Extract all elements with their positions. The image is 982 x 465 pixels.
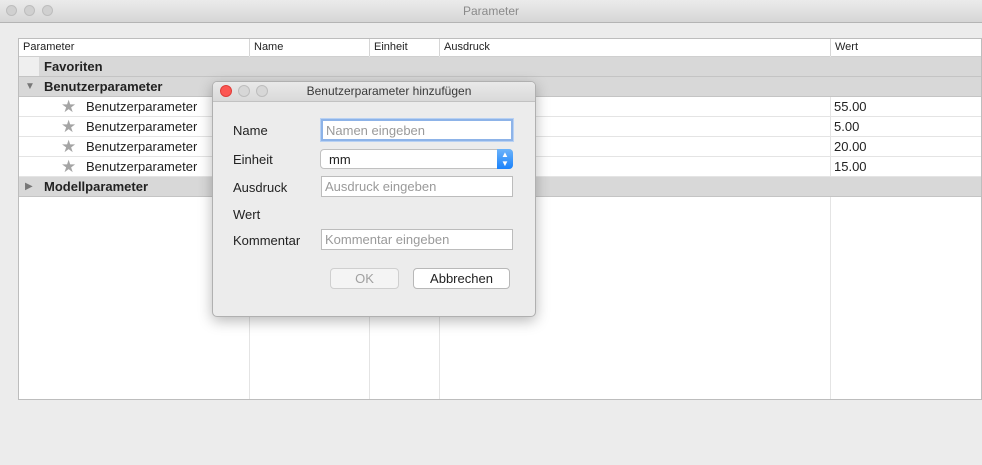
name-label: Name <box>233 123 268 138</box>
expand-arrow-icon[interactable]: ▶ <box>25 177 33 197</box>
table-header: Parameter Name Einheit Ausdruck Wert <box>19 39 981 57</box>
row-parameter-label: Benutzerparameter <box>86 119 198 134</box>
ok-button[interactable]: OK <box>330 268 399 289</box>
star-icon[interactable]: ★ <box>61 118 76 136</box>
column-header-expression[interactable]: Ausdruck <box>439 39 830 56</box>
row-value: 55.00 <box>834 99 867 114</box>
star-icon[interactable]: ★ <box>61 138 76 156</box>
row-parameter-label: Benutzerparameter <box>86 99 198 114</box>
expression-label: Ausdruck <box>233 180 288 195</box>
row-value: 20.00 <box>834 139 867 154</box>
collapse-arrow-icon[interactable]: ▼ <box>25 77 35 97</box>
name-input[interactable] <box>321 119 513 141</box>
row-value: 15.00 <box>834 159 867 174</box>
cancel-button[interactable]: Abbrechen <box>413 268 510 289</box>
row-gutter <box>19 57 39 76</box>
group-label: Favoriten <box>44 59 103 74</box>
unit-selected-value: mm <box>329 152 351 167</box>
dialog-titlebar: Benutzerparameter hinzufügen <box>213 82 535 102</box>
row-parameter-label: Benutzerparameter <box>86 139 198 154</box>
unit-label: Einheit <box>233 152 273 167</box>
chevron-updown-icon[interactable]: ▲ ▼ <box>497 149 513 169</box>
group-row-favorites[interactable]: Favoriten <box>19 57 981 77</box>
group-label: Modellparameter <box>44 179 149 194</box>
expression-input[interactable] <box>321 176 513 197</box>
row-value: 5.00 <box>834 119 860 134</box>
group-label: Benutzerparameter <box>44 79 163 94</box>
unit-select[interactable]: mm ▲ ▼ <box>320 149 513 169</box>
row-parameter-label: Benutzerparameter <box>86 159 198 174</box>
value-label: Wert <box>233 207 261 222</box>
column-header-unit[interactable]: Einheit <box>369 39 439 56</box>
star-icon[interactable]: ★ <box>61 98 76 116</box>
column-header-parameter[interactable]: Parameter <box>19 39 249 56</box>
window-title: Parameter <box>462 4 520 18</box>
window-titlebar: Parameter <box>0 0 982 23</box>
column-header-name[interactable]: Name <box>249 39 369 56</box>
add-user-parameter-dialog: Benutzerparameter hinzufügen Name Einhei… <box>212 81 536 317</box>
dialog-title: Benutzerparameter hinzufügen <box>306 84 472 98</box>
star-icon[interactable]: ★ <box>61 158 76 176</box>
comment-input[interactable] <box>321 229 513 250</box>
column-header-value[interactable]: Wert <box>830 39 981 56</box>
comment-label: Kommentar <box>233 233 301 248</box>
